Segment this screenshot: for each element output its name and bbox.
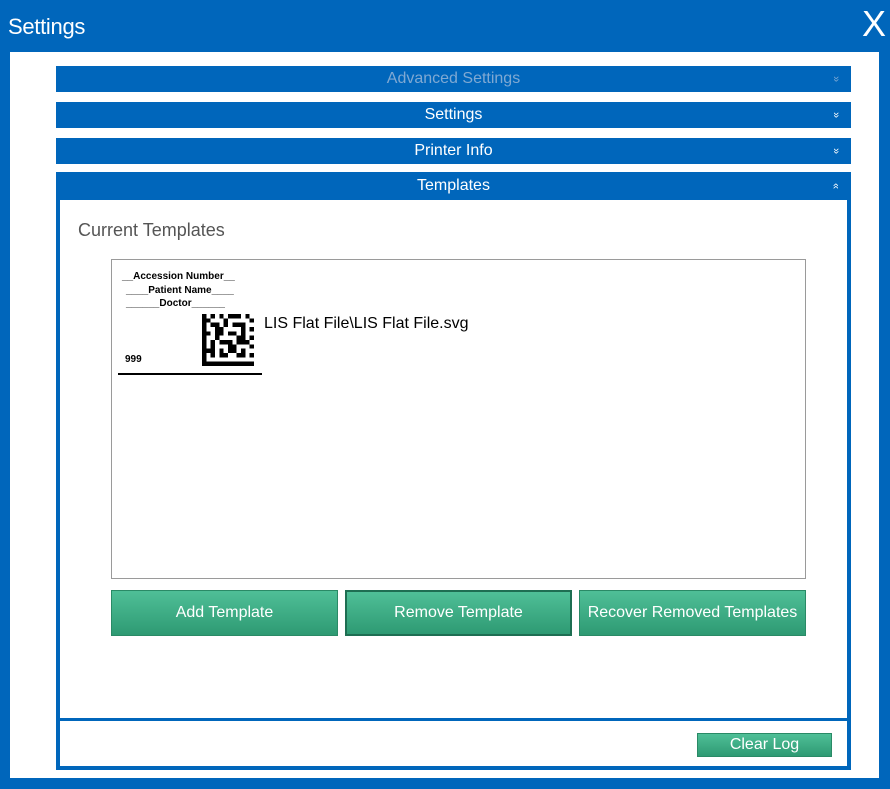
thumbnail-number: 999 [125,354,142,365]
thumbnail-line-patient: ____Patient Name____ [126,285,234,296]
window-title: Settings [8,14,86,39]
chevron-down-icon: » [829,75,842,83]
datamatrix-icon [202,314,254,366]
accordion-label: Settings [424,106,483,123]
accordion-templates[interactable]: Templates » [56,172,851,200]
accordion-label: Templates [417,177,490,194]
chevron-up-icon: » [829,182,842,190]
thumbnail-line-doctor: ______Doctor______ [126,298,225,309]
template-name: LIS Flat File\LIS Flat File.svg [264,315,469,332]
template-list-item[interactable]: __Accession Number__ ____Patient Name___… [118,266,518,378]
close-icon[interactable]: X [862,4,886,44]
clear-log-button[interactable]: Clear Log [697,733,832,757]
accordion-label: Printer Info [414,142,493,159]
add-template-button[interactable]: Add Template [111,590,338,636]
recover-removed-templates-button[interactable]: Recover Removed Templates [579,590,806,636]
remove-template-button[interactable]: Remove Template [345,590,572,636]
section-title: Current Templates [78,220,225,240]
panel-divider [60,718,847,721]
accordion-label: Advanced Settings [386,70,521,87]
window-frame-left [0,52,10,789]
template-thumbnail: __Accession Number__ ____Patient Name___… [118,266,264,378]
accordion-advanced-settings[interactable]: Advanced Settings » [56,66,851,92]
title-bar: Settings X [0,0,890,52]
window-frame-bottom [0,778,890,789]
accordion-settings[interactable]: Settings » [56,102,851,128]
chevron-down-icon: » [829,111,842,119]
window-frame-right [879,52,890,789]
settings-window: Settings X Advanced Settings » Settings … [0,0,890,789]
accordion-printer-info[interactable]: Printer Info » [56,138,851,164]
thumbnail-rule [118,373,262,375]
thumbnail-line-accession: __Accession Number__ [122,271,235,282]
chevron-down-icon: » [829,147,842,155]
